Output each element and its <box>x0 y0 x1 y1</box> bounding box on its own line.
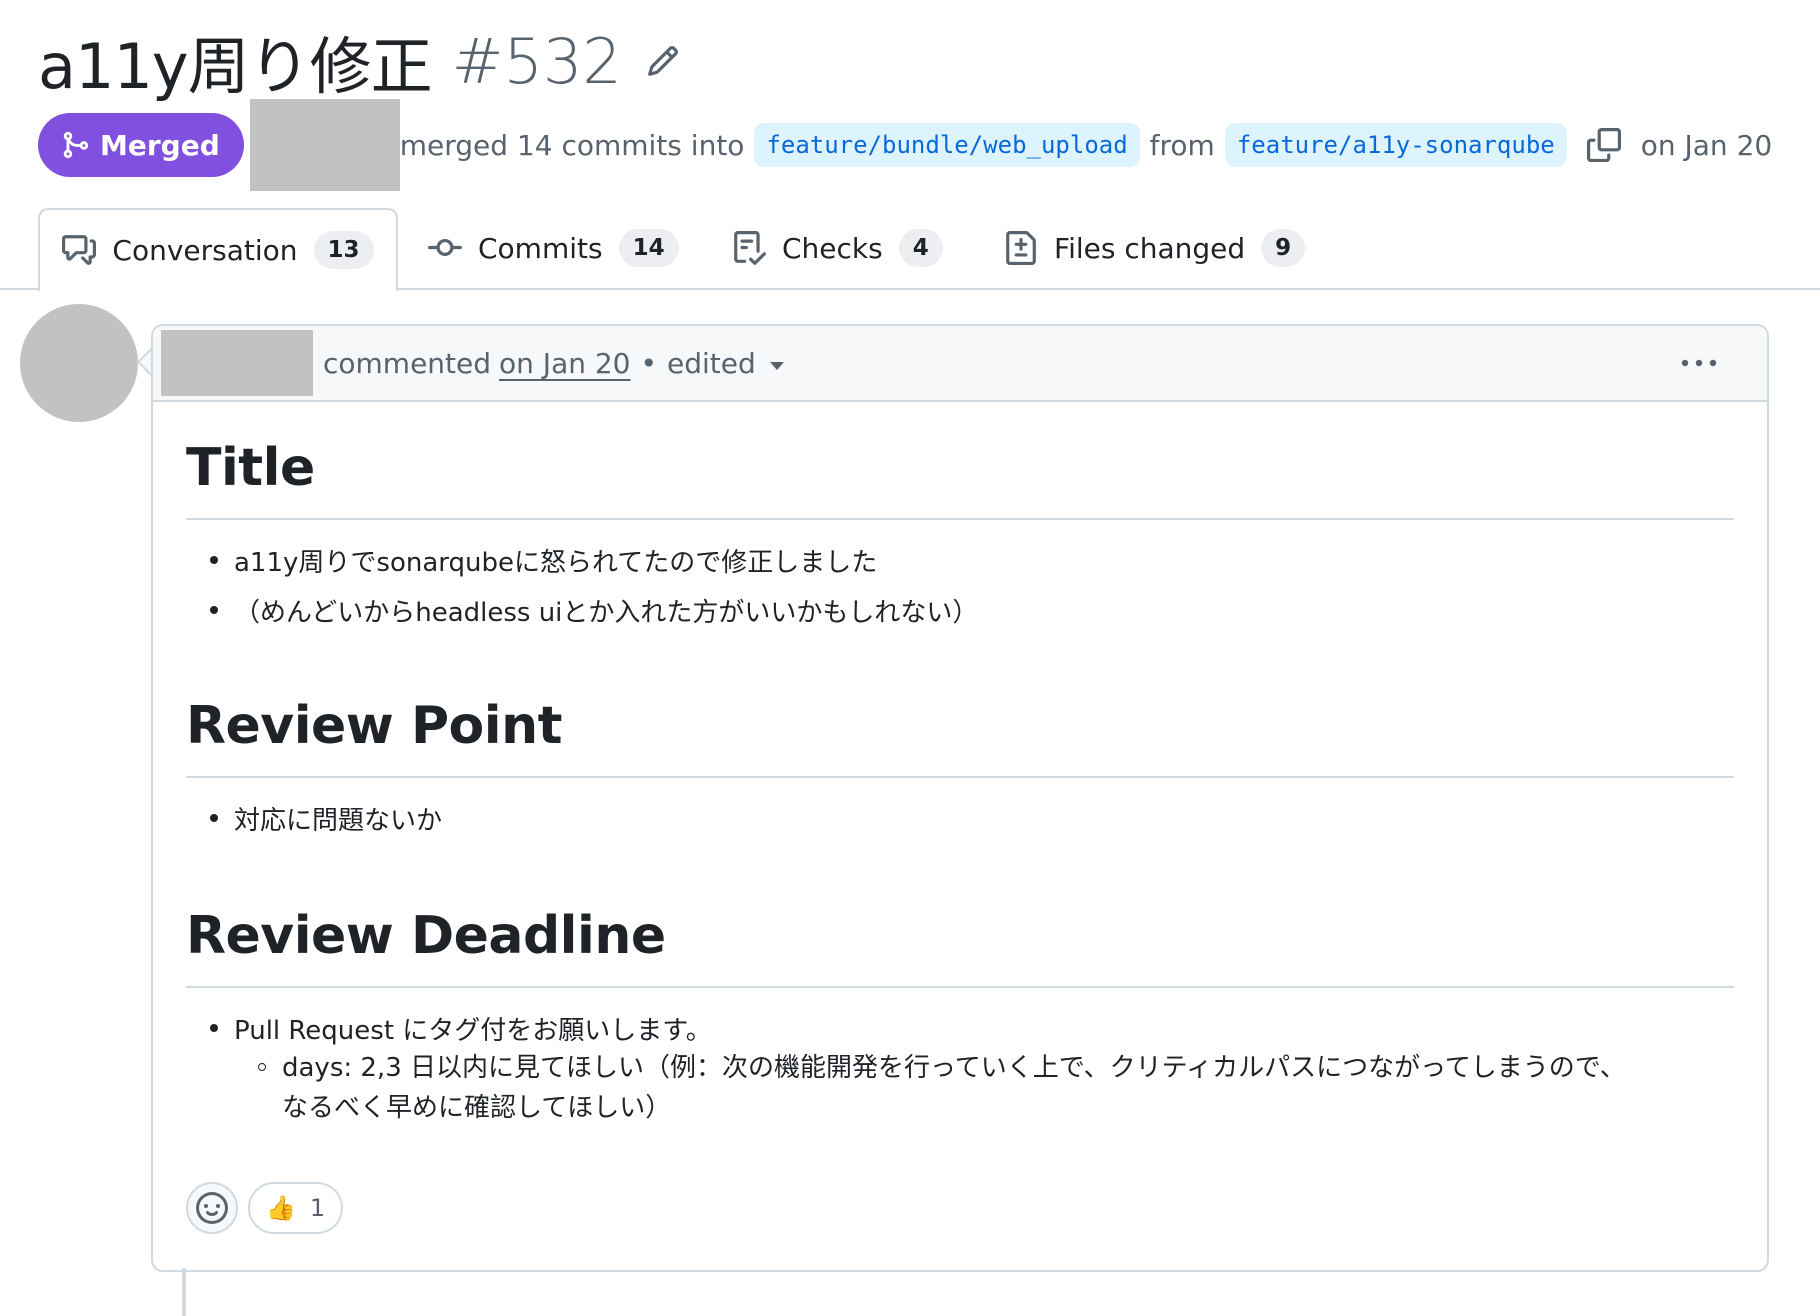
edited-dropdown[interactable]: edited <box>667 347 784 380</box>
tab-commits[interactable]: Commits 14 <box>428 208 679 288</box>
file-diff-icon <box>1006 231 1036 265</box>
git-merge-icon <box>63 131 89 159</box>
list-item: a11y周りでsonarqubeに怒られてたので修正しました <box>209 542 877 579</box>
list-item: （めんどいからheadless uiとか入れた方がいいかもしれない） <box>209 592 978 629</box>
merged-status-label: Merged <box>100 128 220 162</box>
tab-conversation-count: 13 <box>313 231 374 269</box>
comment-discussion-icon <box>62 235 97 265</box>
list-item: Pull Request にタグ付をお願いします。 <box>210 1010 712 1047</box>
sub-list-item: days: 2,3 日以内に見てほしい（例：次の機能開発を行っていく上で、クリテ… <box>258 1048 1734 1128</box>
copy-icon[interactable] <box>1586 128 1621 162</box>
tab-commits-count: 14 <box>618 229 679 267</box>
add-reaction-button[interactable] <box>186 1182 238 1234</box>
tab-conversation[interactable]: Conversation 13 <box>38 208 398 292</box>
timeline-connector <box>182 1268 186 1316</box>
triangle-down-icon <box>769 362 784 370</box>
heading-title: Title <box>186 438 315 498</box>
tab-files-changed[interactable]: Files changed 9 <box>1004 208 1306 288</box>
base-branch-label[interactable]: feature/bundle/web_upload <box>754 123 1140 167</box>
redacted-commenter <box>161 330 313 396</box>
heading-review-deadline: Review Deadline <box>186 906 666 966</box>
kebab-horizontal-icon[interactable] <box>1679 348 1719 378</box>
comment-box: commented on Jan 20 • edited Title a11y周… <box>151 324 1769 1272</box>
section-heading-review-deadline: Review Deadline <box>186 906 1734 988</box>
pr-tabs: Conversation 13 Commits 14 Checks 4 File… <box>0 208 1820 292</box>
head-branch-label[interactable]: feature/a11y-sonarqube <box>1224 123 1567 167</box>
merge-description: merged 14 commits into <box>399 128 745 162</box>
pr-number: #532 <box>451 24 622 98</box>
tab-files-changed-label: Files changed <box>1054 231 1246 265</box>
section-heading-review-point: Review Point <box>186 696 1734 778</box>
tab-checks[interactable]: Checks 4 <box>732 208 943 288</box>
comment-date-link[interactable]: on Jan 20 <box>499 347 630 380</box>
avatar[interactable] <box>20 304 138 422</box>
pr-meta-row: Merged merged 14 commits into feature/bu… <box>38 99 1773 191</box>
git-commit-icon <box>428 238 462 256</box>
pr-title-row: a11y周り修正 #532 <box>38 16 680 106</box>
merge-date: on Jan 20 <box>1640 128 1773 162</box>
list-item: 対応に問題ないか <box>209 800 442 837</box>
reactions-bar: 👍 1 <box>186 1182 344 1234</box>
thumbs-up-reaction[interactable]: 👍 1 <box>248 1182 344 1234</box>
checklist-icon <box>734 231 766 265</box>
redacted-author <box>249 99 400 191</box>
sub-list-item-line2: なるべく早めに確認してほしい） <box>282 1093 672 1123</box>
pr-title: a11y周り修正 <box>38 30 433 103</box>
comment-action: commented <box>323 346 492 380</box>
comment-header: commented on Jan 20 • edited <box>153 326 1767 402</box>
tab-files-changed-count: 9 <box>1261 229 1306 267</box>
heading-review-point: Review Point <box>186 696 562 756</box>
smiley-icon <box>196 1192 228 1224</box>
tab-checks-label: Checks <box>782 231 883 265</box>
sub-list-item-line1: days: 2,3 日以内に見てほしい（例：次の機能開発を行っていく上で、クリテ… <box>282 1053 1626 1083</box>
tab-commits-label: Commits <box>478 231 603 265</box>
thumbs-up-icon: 👍 <box>266 1194 296 1222</box>
edited-label: edited <box>667 346 756 380</box>
merged-status-badge: Merged <box>38 113 244 177</box>
tab-conversation-label: Conversation <box>112 233 298 267</box>
section-heading-title: Title <box>186 438 1734 520</box>
separator-dot: • <box>640 346 658 380</box>
reaction-count: 1 <box>309 1194 326 1222</box>
pencil-icon[interactable] <box>646 44 680 78</box>
from-text: from <box>1149 128 1215 162</box>
tab-checks-count: 4 <box>898 229 943 267</box>
